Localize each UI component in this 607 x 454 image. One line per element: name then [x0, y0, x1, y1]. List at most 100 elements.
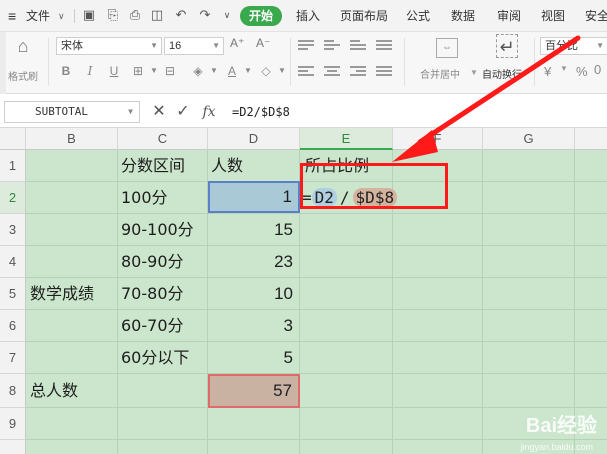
chevron-down-icon[interactable]: ▼ [560, 64, 568, 73]
column-header-h[interactable] [575, 128, 607, 150]
align-center-icon[interactable] [324, 66, 340, 78]
font-color-icon[interactable]: A [224, 62, 240, 80]
name-box-value: SUBTOTAL [35, 105, 88, 118]
merge-cells-icon[interactable]: ⊟ [162, 62, 178, 80]
align-middle-icon[interactable] [324, 40, 340, 52]
row-header-10[interactable] [0, 440, 26, 454]
tab-home[interactable]: 开始 [240, 6, 282, 26]
format-painter-label[interactable]: 格式刷 [8, 68, 38, 83]
chevron-down-icon[interactable]: ▼ [240, 62, 256, 80]
align-right-icon[interactable] [350, 66, 366, 78]
save-icon[interactable]: ▣ [82, 8, 96, 22]
number-format-select[interactable]: 百分比 ▼ [540, 37, 607, 55]
tab-view[interactable]: 视图 [541, 0, 565, 32]
distributed-align-icon[interactable] [376, 66, 392, 78]
tab-security[interactable]: 安全 [585, 0, 607, 32]
clear-format-icon[interactable]: ◇ [258, 62, 274, 80]
export-icon[interactable]: ⎘ [106, 8, 120, 22]
file-menu[interactable]: 文件 [26, 0, 50, 32]
align-left-icon[interactable] [298, 66, 314, 78]
column-header-b[interactable]: B [26, 128, 118, 150]
tab-review[interactable]: 审阅 [497, 0, 521, 32]
chevron-down-icon[interactable]: ▼ [206, 62, 222, 80]
column-header-g[interactable]: G [483, 128, 575, 150]
cell-c2[interactable]: 100分 [121, 182, 207, 214]
column-header-d[interactable]: D [208, 128, 300, 150]
column-header-e[interactable]: E [300, 128, 393, 150]
row-header-2[interactable]: 2 [0, 182, 26, 214]
name-box[interactable]: SUBTOTAL ▼ [4, 101, 140, 123]
undo-icon[interactable]: ↶ [174, 8, 188, 22]
print-icon[interactable]: ⎙ [128, 8, 142, 22]
cell-c3[interactable]: 90-100分 [121, 214, 207, 246]
ribbon-edge [0, 32, 6, 94]
cell-c6[interactable]: 60-70分 [121, 310, 207, 342]
align-justify-icon[interactable] [376, 40, 392, 52]
redo-icon[interactable]: ↷ [198, 8, 212, 22]
font-size-select[interactable]: 16 ▼ [164, 37, 224, 55]
chevron-down-icon[interactable]: ∨ [58, 0, 65, 32]
cell-d1[interactable]: 人数 [211, 150, 299, 182]
confirm-edit-icon[interactable]: ✓ [174, 101, 192, 123]
cell-c7[interactable]: 60分以下 [121, 342, 207, 374]
insert-function-icon[interactable]: fx [198, 101, 220, 123]
cell-b8[interactable]: 总人数 [30, 375, 117, 407]
quick-access-chevron-icon[interactable]: ∨ [220, 8, 234, 22]
percent-format-icon[interactable]: % [576, 64, 588, 79]
select-all-corner[interactable] [0, 128, 26, 150]
cell-d7[interactable]: 5 [208, 342, 299, 374]
cell-d2[interactable]: 1 [208, 181, 300, 213]
tab-formulas[interactable]: 公式 [406, 0, 430, 32]
cell-d5[interactable]: 10 [208, 278, 299, 310]
watermark-logo: Bai经验 [525, 415, 597, 437]
row-header-6[interactable]: 6 [0, 310, 26, 342]
print-preview-icon[interactable]: ◫ [150, 8, 164, 22]
cancel-edit-icon[interactable]: ✕ [150, 101, 168, 123]
row-header-9[interactable]: 9 [0, 408, 26, 440]
chevron-down-icon[interactable]: ▼ [146, 62, 162, 80]
font-name-select[interactable]: 宋体 ▼ [56, 37, 162, 55]
wrap-text-icon[interactable]: ↵ [496, 34, 518, 58]
underline-icon[interactable]: U [106, 62, 122, 80]
gridline [26, 213, 607, 214]
cell-d3[interactable]: 15 [208, 214, 299, 246]
tab-data[interactable]: 数据 [451, 0, 475, 32]
column-header-c[interactable]: C [118, 128, 208, 150]
increase-font-icon[interactable]: A⁺ [230, 36, 244, 50]
bold-icon[interactable]: B [58, 62, 74, 80]
chevron-down-icon[interactable]: ▼ [470, 68, 478, 77]
row-header-1[interactable]: 1 [0, 150, 26, 182]
wrap-text-label[interactable]: 自动换行 [482, 66, 522, 81]
italic-icon[interactable]: I [82, 62, 98, 80]
comma-style-icon[interactable]: 0 [594, 62, 601, 77]
cell-b5[interactable]: 数学成绩 [30, 278, 117, 310]
cell-c5[interactable]: 70-80分 [121, 278, 207, 310]
tab-page-layout[interactable]: 页面布局 [340, 0, 388, 32]
merge-center-label[interactable]: 合并居中 [420, 66, 460, 81]
font-name-value: 宋体 [61, 40, 83, 52]
row-header-4[interactable]: 4 [0, 246, 26, 278]
formula-input[interactable]: =D2/$D$8 [228, 101, 603, 123]
cell-c1[interactable]: 分数区间 [121, 150, 207, 182]
tab-insert[interactable]: 插入 [296, 0, 320, 32]
merge-center-icon[interactable]: ⇔ [436, 38, 458, 58]
cell-d8[interactable]: 57 [208, 374, 300, 408]
currency-format-icon[interactable]: ¥ [544, 64, 551, 79]
hamburger-menu-icon[interactable]: ≡ [8, 0, 16, 32]
format-painter-icon[interactable]: ⌂ [12, 36, 34, 58]
row-header-3[interactable]: 3 [0, 214, 26, 246]
row-header-8[interactable]: 8 [0, 374, 26, 408]
cell-c4[interactable]: 80-90分 [121, 246, 207, 278]
column-header-f[interactable]: F [393, 128, 483, 150]
row-header-7[interactable]: 7 [0, 342, 26, 374]
cell-d4[interactable]: 23 [208, 246, 299, 278]
row-header-5[interactable]: 5 [0, 278, 26, 310]
fill-color-icon[interactable]: ◈ [190, 62, 206, 80]
cell-d6[interactable]: 3 [208, 310, 299, 342]
align-top-icon[interactable] [298, 40, 314, 52]
borders-icon[interactable]: ⊞ [130, 62, 146, 80]
chevron-down-icon[interactable]: ▼ [274, 62, 290, 80]
divider [48, 38, 49, 86]
decrease-font-icon[interactable]: A⁻ [256, 36, 270, 50]
align-bottom-icon[interactable] [350, 40, 366, 52]
